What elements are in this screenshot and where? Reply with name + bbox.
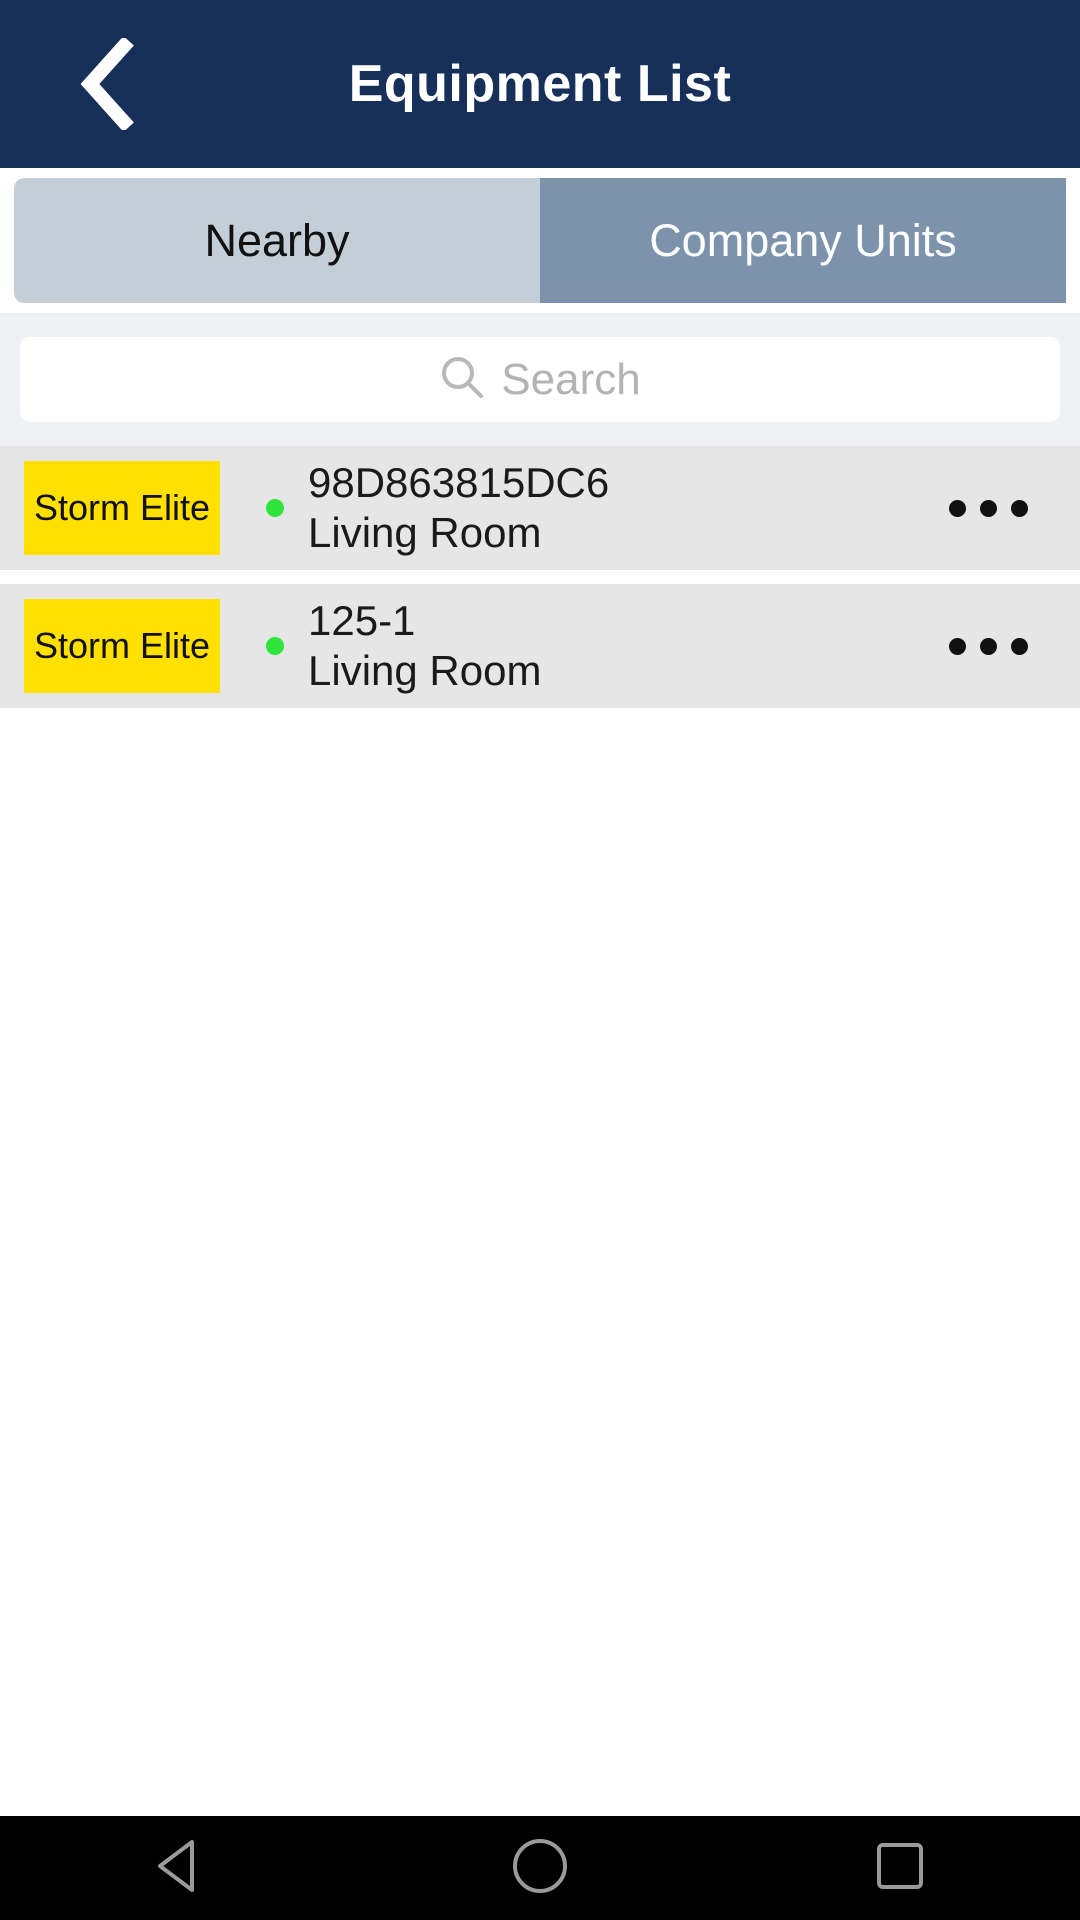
equipment-location: Living Room xyxy=(308,647,542,694)
nav-back-button[interactable] xyxy=(105,1816,255,1920)
square-recents-icon xyxy=(874,1840,926,1897)
equipment-info: 125-1 Living Room xyxy=(308,596,943,694)
equipment-list: Storm Elite 98D863815DC6 Living Room Sto… xyxy=(0,446,1080,708)
more-horizontal-icon[interactable] xyxy=(943,480,1034,537)
android-navigation-bar xyxy=(0,1816,1080,1920)
app-bar: Equipment List xyxy=(0,0,1080,168)
tab-company-units-label: Company Units xyxy=(649,214,957,266)
dot xyxy=(949,499,966,517)
equipment-model-badge: Storm Elite xyxy=(24,599,220,693)
table-row[interactable]: Storm Elite 98D863815DC6 Living Room xyxy=(0,446,1080,570)
search-icon xyxy=(439,354,485,405)
equipment-location: Living Room xyxy=(308,509,542,556)
tab-nearby-label: Nearby xyxy=(204,214,350,266)
circle-home-icon xyxy=(511,1837,569,1900)
tab-nearby[interactable]: Nearby xyxy=(14,178,540,303)
dot xyxy=(1011,499,1028,517)
equipment-id: 98D863815DC6 xyxy=(308,458,610,506)
equipment-info: 98D863815DC6 Living Room xyxy=(308,458,943,556)
page-title: Equipment List xyxy=(348,55,732,113)
search-input-placeholder: Search xyxy=(501,354,641,404)
nav-recents-button[interactable] xyxy=(825,1816,975,1920)
nav-home-button[interactable] xyxy=(465,1816,615,1920)
equipment-id: 125-1 xyxy=(308,596,416,644)
dot xyxy=(1011,637,1028,655)
status-badge xyxy=(266,499,284,517)
dot xyxy=(980,637,997,655)
chevron-left-icon xyxy=(78,38,138,130)
back-button[interactable] xyxy=(60,36,156,132)
tab-bar: Nearby Company Units xyxy=(14,178,1066,303)
dot xyxy=(980,499,997,517)
search-field-wrapper[interactable]: Search xyxy=(20,337,1060,422)
dot xyxy=(949,637,966,655)
triangle-back-icon xyxy=(154,1838,206,1899)
tab-company-units[interactable]: Company Units xyxy=(540,178,1066,303)
search-area: Search xyxy=(0,313,1080,446)
tab-bar-container: Nearby Company Units xyxy=(0,168,1080,313)
equipment-model-badge: Storm Elite xyxy=(24,461,220,555)
more-horizontal-icon[interactable] xyxy=(943,618,1034,675)
status-badge xyxy=(266,637,284,655)
table-row[interactable]: Storm Elite 125-1 Living Room xyxy=(0,584,1080,708)
